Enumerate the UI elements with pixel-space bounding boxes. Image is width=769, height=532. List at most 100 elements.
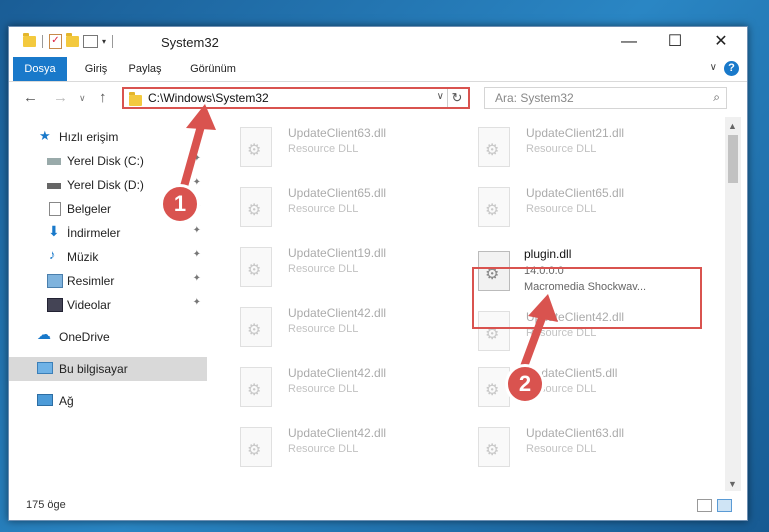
file-name: UpdateClient42.dll [288, 426, 387, 440]
sidebar-item-pictures[interactable]: Resimler ✦ [9, 269, 207, 293]
expand-ribbon-icon[interactable]: ∨ [710, 62, 717, 73]
pictures-icon [47, 274, 63, 288]
sidebar-item-label: Hızlı erişim [59, 130, 119, 144]
file-tile[interactable]: UpdateClient65.dll Resource DLL [458, 183, 688, 231]
file-tile[interactable]: UpdateClient63.dll Resource DLL [458, 423, 688, 471]
tab-file[interactable]: Dosya [13, 57, 67, 81]
explorer-window: ✓ ▾ System32 — ☐ ✕ Dosya Giriş Paylaş Gö… [8, 26, 748, 521]
file-name: UpdateClient42.dll [288, 366, 387, 380]
sidebar-item-music[interactable]: ♪ Müzik ✦ [9, 245, 207, 269]
window-title: System32 [161, 35, 219, 50]
toolbar-divider [112, 35, 114, 48]
music-icon: ♪ [49, 247, 56, 262]
tiles-view-icon[interactable] [717, 499, 732, 512]
search-input[interactable]: Ara: System32 ⌕ [484, 87, 727, 109]
file-name: UpdateClient63.dll [288, 126, 387, 140]
search-placeholder: Ara: System32 [495, 91, 574, 105]
sidebar-item-label: Yerel Disk (D:) [67, 178, 144, 192]
dll-file-icon [240, 427, 272, 467]
file-name: UpdateClient42.dll [288, 306, 387, 320]
checkmark-icon[interactable]: ✓ [49, 34, 62, 49]
folder-icon [23, 33, 36, 47]
sidebar-item-videos[interactable]: Videolar ✦ [9, 293, 207, 317]
scroll-down-icon[interactable]: ▼ [728, 479, 737, 489]
drive-icon [47, 183, 61, 189]
document-icon [49, 202, 61, 216]
file-type: Resource DLL [288, 443, 359, 455]
address-bar[interactable]: C:\Windows\System32 ∨ ↻ [122, 87, 470, 109]
refresh-icon[interactable]: ↻ [447, 89, 466, 107]
file-tile[interactable]: UpdateClient42.dll Resource DLL [220, 423, 450, 471]
file-name: UpdateClient65.dll [288, 186, 387, 200]
pin-icon: ✦ [192, 249, 201, 260]
sidebar-item-onedrive[interactable]: ☁ OneDrive [9, 325, 207, 349]
maximize-button[interactable]: ☐ [652, 27, 698, 57]
file-tile[interactable]: UpdateClient19.dll Resource DLL [220, 243, 450, 291]
computer-icon [37, 362, 53, 374]
item-count: 175 öge [26, 499, 66, 511]
dll-file-icon [240, 247, 272, 287]
close-button[interactable]: ✕ [698, 27, 744, 57]
search-icon[interactable]: ⌕ [713, 90, 720, 105]
properties-icon[interactable] [83, 35, 98, 48]
sidebar-item-network[interactable]: Ağ [9, 389, 207, 413]
file-tile[interactable]: UpdateClient42.dll Resource DLL [220, 363, 450, 411]
sidebar-item-quick-access[interactable]: ★ Hızlı erişim [9, 125, 207, 149]
folder-icon [129, 92, 142, 106]
address-dropdown-icon[interactable]: ∨ [437, 91, 444, 102]
details-view-icon[interactable] [697, 499, 712, 512]
drive-icon [47, 158, 61, 165]
video-icon [47, 298, 63, 312]
back-icon[interactable]: ← [23, 89, 38, 106]
dll-file-icon [240, 187, 272, 227]
pin-icon: ✦ [192, 297, 201, 308]
sidebar-item-label: Yerel Disk (C:) [67, 154, 144, 168]
file-tile[interactable]: UpdateClient5.dll Resource DLL [458, 363, 688, 411]
file-type: Resource DLL [288, 143, 359, 155]
file-tile[interactable]: UpdateClient21.dll Resource DLL [458, 123, 688, 171]
vertical-scrollbar[interactable]: ▲ ▼ [725, 117, 741, 491]
sidebar-item-label: Videolar [67, 298, 111, 312]
quick-access-toolbar: ✓ ▾ [23, 33, 115, 49]
ribbon-tabs: Dosya Giriş Paylaş Görünüm ∨ ? [9, 57, 747, 82]
scroll-up-icon[interactable]: ▲ [728, 121, 737, 131]
file-type: Resource DLL [288, 383, 359, 395]
cloud-icon: ☁ [37, 326, 51, 342]
star-icon: ★ [39, 128, 51, 143]
sidebar-item-this-pc[interactable]: Bu bilgisayar [9, 357, 207, 381]
file-tile[interactable]: UpdateClient63.dll Resource DLL [220, 123, 450, 171]
plugin-highlight-box [472, 267, 702, 329]
dll-file-icon [240, 307, 272, 347]
dll-file-icon [240, 367, 272, 407]
file-type: Resource DLL [288, 203, 359, 215]
file-name: UpdateClient65.dll [526, 186, 625, 200]
sidebar-item-downloads[interactable]: ⬇ İndirmeler ✦ [9, 221, 207, 245]
title-bar: ✓ ▾ System32 — ☐ ✕ [9, 27, 747, 57]
address-path[interactable]: C:\Windows\System32 [148, 91, 269, 105]
new-folder-icon[interactable] [66, 33, 79, 47]
minimize-button[interactable]: — [606, 27, 652, 57]
file-tile[interactable]: UpdateClient65.dll Resource DLL [220, 183, 450, 231]
pin-icon: ✦ [192, 153, 201, 164]
help-icon[interactable]: ? [724, 61, 739, 76]
dll-file-icon [240, 127, 272, 167]
file-name: plugin.dll [524, 247, 572, 261]
navigation-pane: ★ Hızlı erişim Yerel Disk (C:) ✦ Yerel D… [9, 117, 207, 491]
customize-toolbar-icon[interactable]: ▾ [102, 37, 106, 46]
forward-icon[interactable]: → [53, 89, 68, 106]
network-icon [37, 394, 53, 406]
sidebar-item-label: Ağ [59, 394, 74, 408]
tab-view[interactable]: Görünüm [185, 57, 241, 81]
tab-home[interactable]: Giriş [81, 57, 111, 81]
sidebar-item-local-disk-c[interactable]: Yerel Disk (C:) ✦ [9, 149, 207, 173]
file-name: UpdateClient19.dll [288, 246, 387, 260]
tab-share[interactable]: Paylaş [127, 57, 163, 81]
up-icon[interactable]: ↑ [99, 89, 107, 106]
scroll-thumb[interactable] [728, 135, 738, 183]
file-tile[interactable]: UpdateClient42.dll Resource DLL [220, 303, 450, 351]
dll-file-icon [478, 187, 510, 227]
pin-icon: ✦ [192, 273, 201, 284]
recent-locations-icon[interactable]: ∨ [79, 93, 86, 104]
pin-icon: ✦ [192, 177, 201, 188]
file-type: Resource DLL [288, 323, 359, 335]
